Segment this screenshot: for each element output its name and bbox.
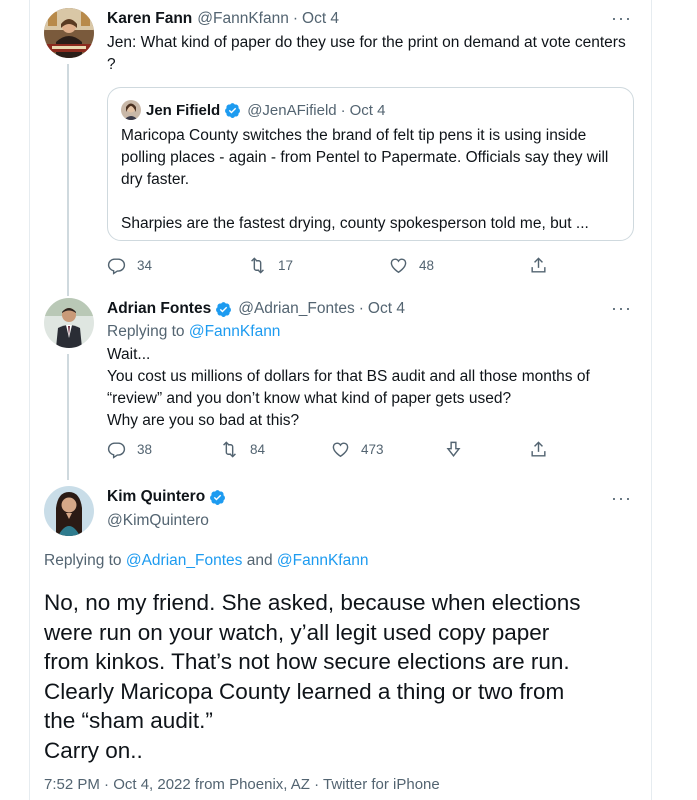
tweet-text-line: Wait...: [107, 346, 151, 363]
more-options-icon[interactable]: ···: [611, 488, 632, 509]
share-icon: [531, 257, 546, 273]
tweet-timestamp-meta[interactable]: 7:52 PM · Oct 4, 2022 from Phoenix, AZ ·…: [44, 776, 440, 793]
author-handle[interactable]: @KimQuintero: [107, 510, 209, 532]
timeline-border-left: [29, 0, 30, 800]
quoted-tweet[interactable]: Jen Fifield @JenAFifield · Oct 4 Maricop…: [107, 87, 634, 241]
heart-icon: [332, 442, 349, 458]
reply-icon: [107, 258, 126, 275]
like-count: 473: [361, 442, 384, 457]
separator-dot: ·: [340, 101, 346, 119]
reply-button[interactable]: 34: [107, 256, 152, 275]
more-options-icon[interactable]: ···: [611, 298, 632, 319]
thread-connector-line: [67, 64, 69, 296]
tweet-actions: 38 84 473: [107, 440, 557, 464]
tweet-date[interactable]: Oct 4: [302, 10, 339, 28]
tweet-text-line: Jen: What kind of paper do they use for …: [107, 34, 626, 51]
tweet-actions: 34 17 48: [107, 256, 557, 280]
quoted-text-line: [121, 191, 608, 213]
quoted-text-line: polling places - again - from Pentel to …: [121, 149, 609, 166]
reply-icon: [107, 442, 126, 459]
verified-badge-icon: [209, 489, 226, 506]
quoted-text-line: Maricopa County switches the brand of fe…: [121, 127, 587, 144]
avatar[interactable]: [44, 298, 94, 348]
tweet-date[interactable]: Oct 4: [368, 300, 405, 318]
downvote-button[interactable]: [444, 440, 463, 459]
heart-icon: [390, 258, 407, 274]
reply-count: 34: [137, 258, 153, 273]
author-name[interactable]: Kim Quintero: [107, 488, 205, 506]
reply-count: 38: [137, 442, 153, 457]
retweet-count: 17: [278, 258, 294, 273]
replying-prefix: Replying to: [44, 552, 126, 569]
tweet-text-line: were run on your watch, y’all legit used…: [44, 619, 550, 645]
author-handle[interactable]: @FannKfann: [197, 10, 289, 28]
quoted-tweet-header: Jen Fifield @JenAFifield · Oct 4: [121, 100, 385, 120]
replying-to-link[interactable]: @Adrian_Fontes: [126, 552, 243, 569]
quoted-tweet-text: Maricopa County switches the brand of fe…: [121, 125, 608, 235]
tweet-header: Adrian Fontes @Adrian_Fontes · Oct 4: [107, 300, 405, 318]
tweet-text-line: ?: [107, 56, 116, 73]
avatar[interactable]: [44, 8, 94, 58]
like-count: 48: [419, 258, 435, 273]
verified-badge-icon: [224, 102, 241, 119]
tweet-text-line: Carry on..: [44, 737, 143, 763]
retweet-button[interactable]: 17: [248, 256, 293, 275]
replying-to-link[interactable]: @FannKfann: [277, 552, 369, 569]
replying-and: and: [242, 552, 277, 569]
tweet-text-line: “review” and you don’t know what kind of…: [107, 390, 512, 407]
like-button[interactable]: 48: [389, 256, 434, 275]
author-handle[interactable]: @Adrian_Fontes: [238, 300, 355, 318]
tweet-text: No, no my friend. She asked, because whe…: [44, 588, 581, 765]
retweet-icon: [251, 257, 264, 274]
reply-button[interactable]: 38: [107, 440, 152, 459]
replying-to: Replying to @FannKfann: [107, 321, 280, 343]
retweet-icon: [223, 441, 236, 458]
quoted-author-handle: @JenAFifield: [247, 101, 337, 119]
replying-to: Replying to @Adrian_Fontes and @FannKfan…: [44, 552, 368, 570]
tweet-text-line: You cost us millions of dollars for that…: [107, 368, 590, 385]
verified-badge-icon: [215, 301, 232, 318]
tweet-text-line: from kinkos. That’s not how secure elect…: [44, 649, 570, 674]
quoted-date: Oct 4: [349, 101, 386, 119]
quoted-text-line: dry faster.: [121, 171, 190, 188]
share-icon: [531, 441, 546, 457]
downvote-arrow-icon: [446, 441, 461, 457]
tweet-header: Kim Quintero: [107, 488, 226, 506]
replying-to-link[interactable]: @FannKfann: [189, 323, 281, 340]
quoted-author-name: Jen Fifield: [146, 101, 221, 119]
share-button[interactable]: [529, 256, 548, 275]
tweet-text-line: Why are you so bad at this?: [107, 412, 300, 429]
timeline-border-right: [651, 0, 652, 800]
share-button[interactable]: [529, 440, 548, 459]
replying-prefix: Replying to: [107, 323, 189, 340]
tweet-text-line: the “sham audit.”: [44, 708, 213, 733]
retweet-count: 84: [250, 442, 266, 457]
like-button[interactable]: 473: [331, 440, 384, 459]
more-options-icon[interactable]: ···: [611, 8, 632, 29]
tweet-text-line: Clearly Maricopa County learned a thing …: [44, 678, 565, 704]
separator-dot: ·: [358, 300, 364, 317]
tweet-text: Wait... You cost us millions of dollars …: [107, 344, 590, 432]
author-name[interactable]: Karen Fann: [107, 10, 192, 28]
separator-dot: ·: [292, 10, 299, 27]
avatar[interactable]: [44, 486, 94, 536]
quoted-avatar: [121, 100, 141, 120]
thread-connector-line: [67, 354, 69, 480]
tweet-header: Karen Fann @FannKfann · Oct 4: [107, 10, 339, 28]
author-name[interactable]: Adrian Fontes: [107, 300, 211, 318]
tweet-text-line: No, no my friend. She asked, because whe…: [44, 590, 581, 615]
quoted-text-line: Sharpies are the fastest drying, county …: [121, 215, 589, 232]
retweet-button[interactable]: 84: [220, 440, 265, 459]
tweet-text: Jen: What kind of paper do they use for …: [107, 32, 626, 76]
